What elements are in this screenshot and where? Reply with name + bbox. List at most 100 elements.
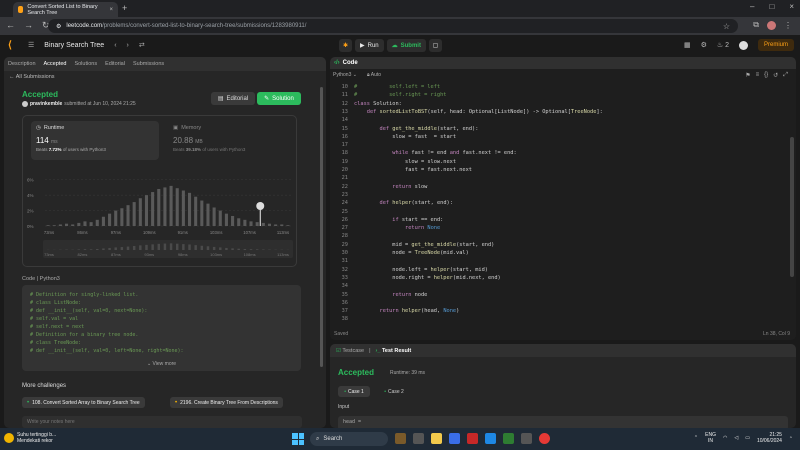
show-hidden-icon[interactable]: ⌃ <box>694 435 698 441</box>
site-info-icon[interactable]: ⚙ <box>56 23 61 30</box>
tab-submissions[interactable]: Submissions <box>133 61 164 67</box>
edge-browser-icon[interactable] <box>485 433 496 444</box>
memory-card[interactable]: ▣ Memory 20.88 MB Beats 39.18% of users w… <box>168 121 296 160</box>
challenge-link[interactable]: • 108. Convert Sorted Array to Binary Sea… <box>22 397 145 408</box>
wifi-icon[interactable]: ◠ <box>723 435 727 441</box>
chart-bar <box>181 190 185 226</box>
view-more-button[interactable]: ⌄ View more <box>22 360 301 368</box>
file-explorer-icon[interactable] <box>431 433 442 444</box>
code-editor[interactable]: 10 # self.left = left 11 # self.right = rig… <box>330 83 790 323</box>
notification-bell-icon[interactable]: ◔ <box>789 435 792 441</box>
braces-icon[interactable]: {} <box>764 72 768 79</box>
new-tab-icon[interactable]: + <box>122 3 127 13</box>
chart-bar <box>126 205 130 226</box>
app-icon[interactable] <box>467 433 478 444</box>
battery-icon[interactable]: ▭ <box>745 435 750 441</box>
leetcode-favicon-icon <box>18 6 24 13</box>
minimize-icon[interactable]: – <box>750 2 754 11</box>
prev-problem-icon[interactable]: ‹ <box>114 42 116 49</box>
close-window-icon[interactable]: × <box>789 2 794 11</box>
solution-button[interactable]: ✎ Solution <box>257 92 301 105</box>
settings-icon[interactable]: ⚙ <box>701 41 707 49</box>
taskbar-search[interactable]: ⌕ Search <box>310 432 388 446</box>
overview-tick-label: 113ms <box>277 252 289 257</box>
streak-counter[interactable]: ♨ 2 <box>717 41 729 49</box>
tab-accepted[interactable]: Accepted <box>44 61 67 67</box>
tab-description[interactable]: Description <box>8 61 36 67</box>
notes-input[interactable]: Write your notes here <box>22 416 302 428</box>
app-icon[interactable] <box>521 433 532 444</box>
challenge-link[interactable]: • 2196. Create Binary Tree From Descripti… <box>170 397 283 408</box>
submit-button[interactable]: ☁ Submit <box>386 39 426 52</box>
tab-solutions[interactable]: Solutions <box>74 61 97 67</box>
debug-button[interactable]: ✱ <box>339 39 352 52</box>
profile-avatar[interactable] <box>767 20 776 30</box>
task-view-icon[interactable] <box>413 433 424 444</box>
app-icon[interactable] <box>503 433 514 444</box>
problem-list-title[interactable]: Binary Search Tree <box>44 42 104 49</box>
case-2-tab[interactable]: • Case 2 <box>378 386 410 397</box>
leetcode-logo-icon[interactable]: ⟨ <box>8 40 18 52</box>
tab-test-result[interactable]: ›_ Test Result <box>376 348 412 354</box>
user-avatar[interactable] <box>738 40 748 50</box>
windows-start-icon[interactable] <box>292 433 304 445</box>
code-label-text: Code <box>22 276 36 282</box>
submitter-name[interactable]: pravinkemble <box>30 101 62 107</box>
premium-button[interactable]: Premium <box>757 39 794 51</box>
tab-testcase[interactable]: ☑ Testcase <box>336 348 364 354</box>
language-indicator[interactable]: ENG IN <box>705 432 716 444</box>
close-tab-icon[interactable]: × <box>109 7 113 13</box>
chart-bar <box>144 195 149 226</box>
submission-panel: Description Accepted Solutions Editorial… <box>4 57 326 428</box>
menu-kebab-icon[interactable]: ⋮ <box>784 21 792 30</box>
overview-bar <box>108 247 111 250</box>
x-tick-label: 113ms <box>277 230 289 235</box>
editor-scrollbar[interactable] <box>790 137 794 277</box>
fullscreen-icon[interactable]: ⤢ <box>783 72 788 79</box>
shuffle-icon[interactable]: ⇄ <box>139 41 145 49</box>
tab-editorial[interactable]: Editorial <box>105 61 125 67</box>
format-icon[interactable]: ≡ <box>756 72 760 79</box>
run-button[interactable]: ▶ Run <box>355 39 384 52</box>
chart-bar <box>280 224 284 226</box>
reset-icon[interactable]: ↺ <box>773 72 778 79</box>
notes-button[interactable]: ▢ <box>428 39 442 52</box>
browser-tab[interactable]: Convert Sorted List to Binary Search Tre… <box>13 2 118 17</box>
clock[interactable]: 21:25 10/06/2024 <box>757 432 782 444</box>
editorial-button[interactable]: ▤ Editorial <box>211 92 255 105</box>
note-icon: ▢ <box>432 43 439 49</box>
overview-bar <box>157 243 161 250</box>
bookmark-icon[interactable]: ⚑ <box>745 72 750 79</box>
test-result-label: Test Result <box>381 347 412 354</box>
all-submissions-link[interactable]: ← All Submissions <box>9 74 55 80</box>
case-1-tab[interactable]: • Case 1 <box>338 386 370 397</box>
chrome-browser-icon[interactable] <box>539 433 550 444</box>
next-problem-icon[interactable]: › <box>127 42 129 49</box>
auto-mode[interactable]: 🔒︎ Auto <box>367 72 381 78</box>
address-bar[interactable]: ⚙ leetcode.com/problems/convert-sorted-l… <box>48 19 738 33</box>
search-icon: ⌕ <box>316 435 320 442</box>
overview-bar <box>206 246 210 250</box>
bookmark-star-icon[interactable]: ☆ <box>723 22 730 31</box>
runtime-card[interactable]: ◷ Runtime 114 ms Beats 7.72% of users wit… <box>31 121 159 160</box>
maximize-icon[interactable]: □ <box>769 2 774 11</box>
layout-icon[interactable]: ▦ <box>684 41 691 49</box>
store-app-icon[interactable] <box>449 433 460 444</box>
submitted-code: # Definition for singly-linked list. # c… <box>22 285 301 371</box>
line-number: 19 <box>341 158 348 165</box>
forward-icon[interactable]: → <box>24 20 33 31</box>
extensions-icon[interactable]: ⧉ <box>753 20 759 30</box>
weather-widget[interactable]: Suhu tertinggi b... Mendekati rekor <box>4 432 56 444</box>
widgets-app-icon[interactable] <box>395 433 406 444</box>
check-icon: • <box>344 388 346 395</box>
code-line: node.left = helper(start, mid) <box>354 266 488 273</box>
code-line: def sortedListToBST(self, head: Optional… <box>366 108 603 115</box>
language-select[interactable]: Python3 ⌄ <box>333 72 357 78</box>
list-icon: ☰ <box>28 42 35 49</box>
volume-icon[interactable]: ◁ <box>734 435 738 441</box>
performance-stats: ◷ Runtime 114 ms Beats 7.72% of users wit… <box>22 115 297 267</box>
left-scrollbar[interactable] <box>320 87 323 367</box>
code-line: # Definition for singly-linked list. <box>30 292 139 298</box>
back-icon[interactable]: ← <box>6 20 15 31</box>
weather-sun-icon <box>4 433 14 443</box>
